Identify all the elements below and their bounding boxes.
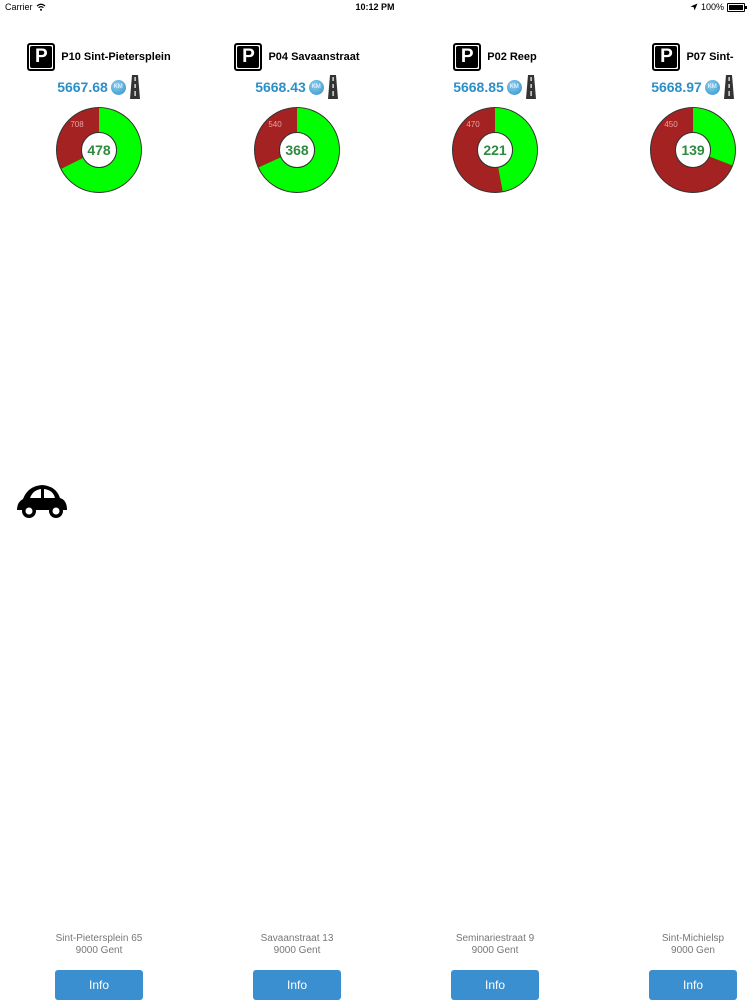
km-badge-icon: KM — [308, 79, 324, 95]
distance-value: 5667.68 — [57, 79, 108, 95]
address-city: 9000 Gen — [671, 945, 715, 956]
distance-value: 5668.97 — [651, 79, 702, 95]
car-icon[interactable] — [14, 480, 70, 520]
parking-sign-icon: P — [234, 43, 263, 71]
screen: Carrier 10:12 PM 100% P P10 Sint-Pieters… — [0, 0, 750, 1000]
free-spots: 139 — [681, 142, 705, 158]
km-badge-icon: KM — [704, 79, 720, 95]
distance-value: 5668.43 — [255, 79, 306, 95]
parking-sign-icon: P — [453, 43, 482, 71]
total-capacity: 708 — [70, 120, 84, 129]
address-street: Seminariestraat 9 — [455, 933, 535, 944]
total-capacity: 450 — [664, 120, 678, 129]
km-badge-icon: KM — [110, 79, 126, 95]
parking-card[interactable]: P P04 Savaanstraat 5668.43 KM 540 368 Sa… — [198, 0, 396, 1000]
address: Seminariestraat 9 9000 Gent — [396, 933, 594, 957]
free-spots: 221 — [483, 142, 507, 158]
info-button[interactable]: Info — [253, 970, 341, 1000]
free-spots: 368 — [285, 142, 309, 158]
road-icon — [525, 75, 536, 99]
free-spots: 478 — [87, 142, 111, 158]
card-header: P P07 Sint- — [594, 43, 750, 71]
address-city: 9000 Gent — [273, 945, 321, 956]
address-street: Sint-Michielsp — [661, 933, 725, 944]
parking-name: P04 Savaanstraat — [268, 51, 360, 63]
occupancy-donut: 450 139 — [650, 107, 736, 193]
card-header: P P02 Reep — [396, 43, 594, 71]
address-street: Sint-Pietersplein 65 — [55, 933, 143, 944]
card-header: P P04 Savaanstraat — [198, 43, 396, 71]
distance-row: 5667.68 KM — [0, 75, 198, 99]
road-icon — [129, 75, 140, 99]
address-city: 9000 Gent — [75, 945, 123, 956]
address-street: Savaanstraat 13 — [260, 933, 334, 944]
total-capacity: 470 — [466, 120, 480, 129]
parking-name: P10 Sint-Pietersplein — [61, 51, 171, 63]
parking-name: P02 Reep — [487, 51, 537, 63]
distance-row: 5668.85 KM — [396, 75, 594, 99]
occupancy-donut: 470 221 — [452, 107, 538, 193]
parking-card[interactable]: P P02 Reep 5668.85 KM 470 221 Seminaries… — [396, 0, 594, 1000]
parking-sign-icon: P — [27, 43, 56, 71]
address: Savaanstraat 13 9000 Gent — [198, 933, 396, 957]
address-city: 9000 Gent — [471, 945, 519, 956]
address: Sint-Pietersplein 65 9000 Gent — [0, 933, 198, 957]
total-capacity: 540 — [268, 120, 282, 129]
road-icon — [327, 75, 338, 99]
card-header: P P10 Sint-Pietersplein — [0, 43, 198, 71]
road-icon — [723, 75, 734, 99]
distance-value: 5668.85 — [453, 79, 504, 95]
parking-name: P07 Sint- — [686, 51, 734, 63]
parking-sign-icon: P — [652, 43, 681, 71]
info-button[interactable]: Info — [451, 970, 539, 1000]
info-button[interactable]: Info — [649, 970, 737, 1000]
parking-card[interactable]: P P07 Sint- 5668.97 KM 450 139 Sint-Mich… — [594, 0, 750, 1000]
address: Sint-Michielsp 9000 Gen — [594, 933, 750, 957]
occupancy-donut: 540 368 — [254, 107, 340, 193]
distance-row: 5668.97 KM — [594, 75, 750, 99]
km-badge-icon: KM — [506, 79, 522, 95]
info-button[interactable]: Info — [55, 970, 143, 1000]
distance-row: 5668.43 KM — [198, 75, 396, 99]
occupancy-donut: 708 478 — [56, 107, 142, 193]
